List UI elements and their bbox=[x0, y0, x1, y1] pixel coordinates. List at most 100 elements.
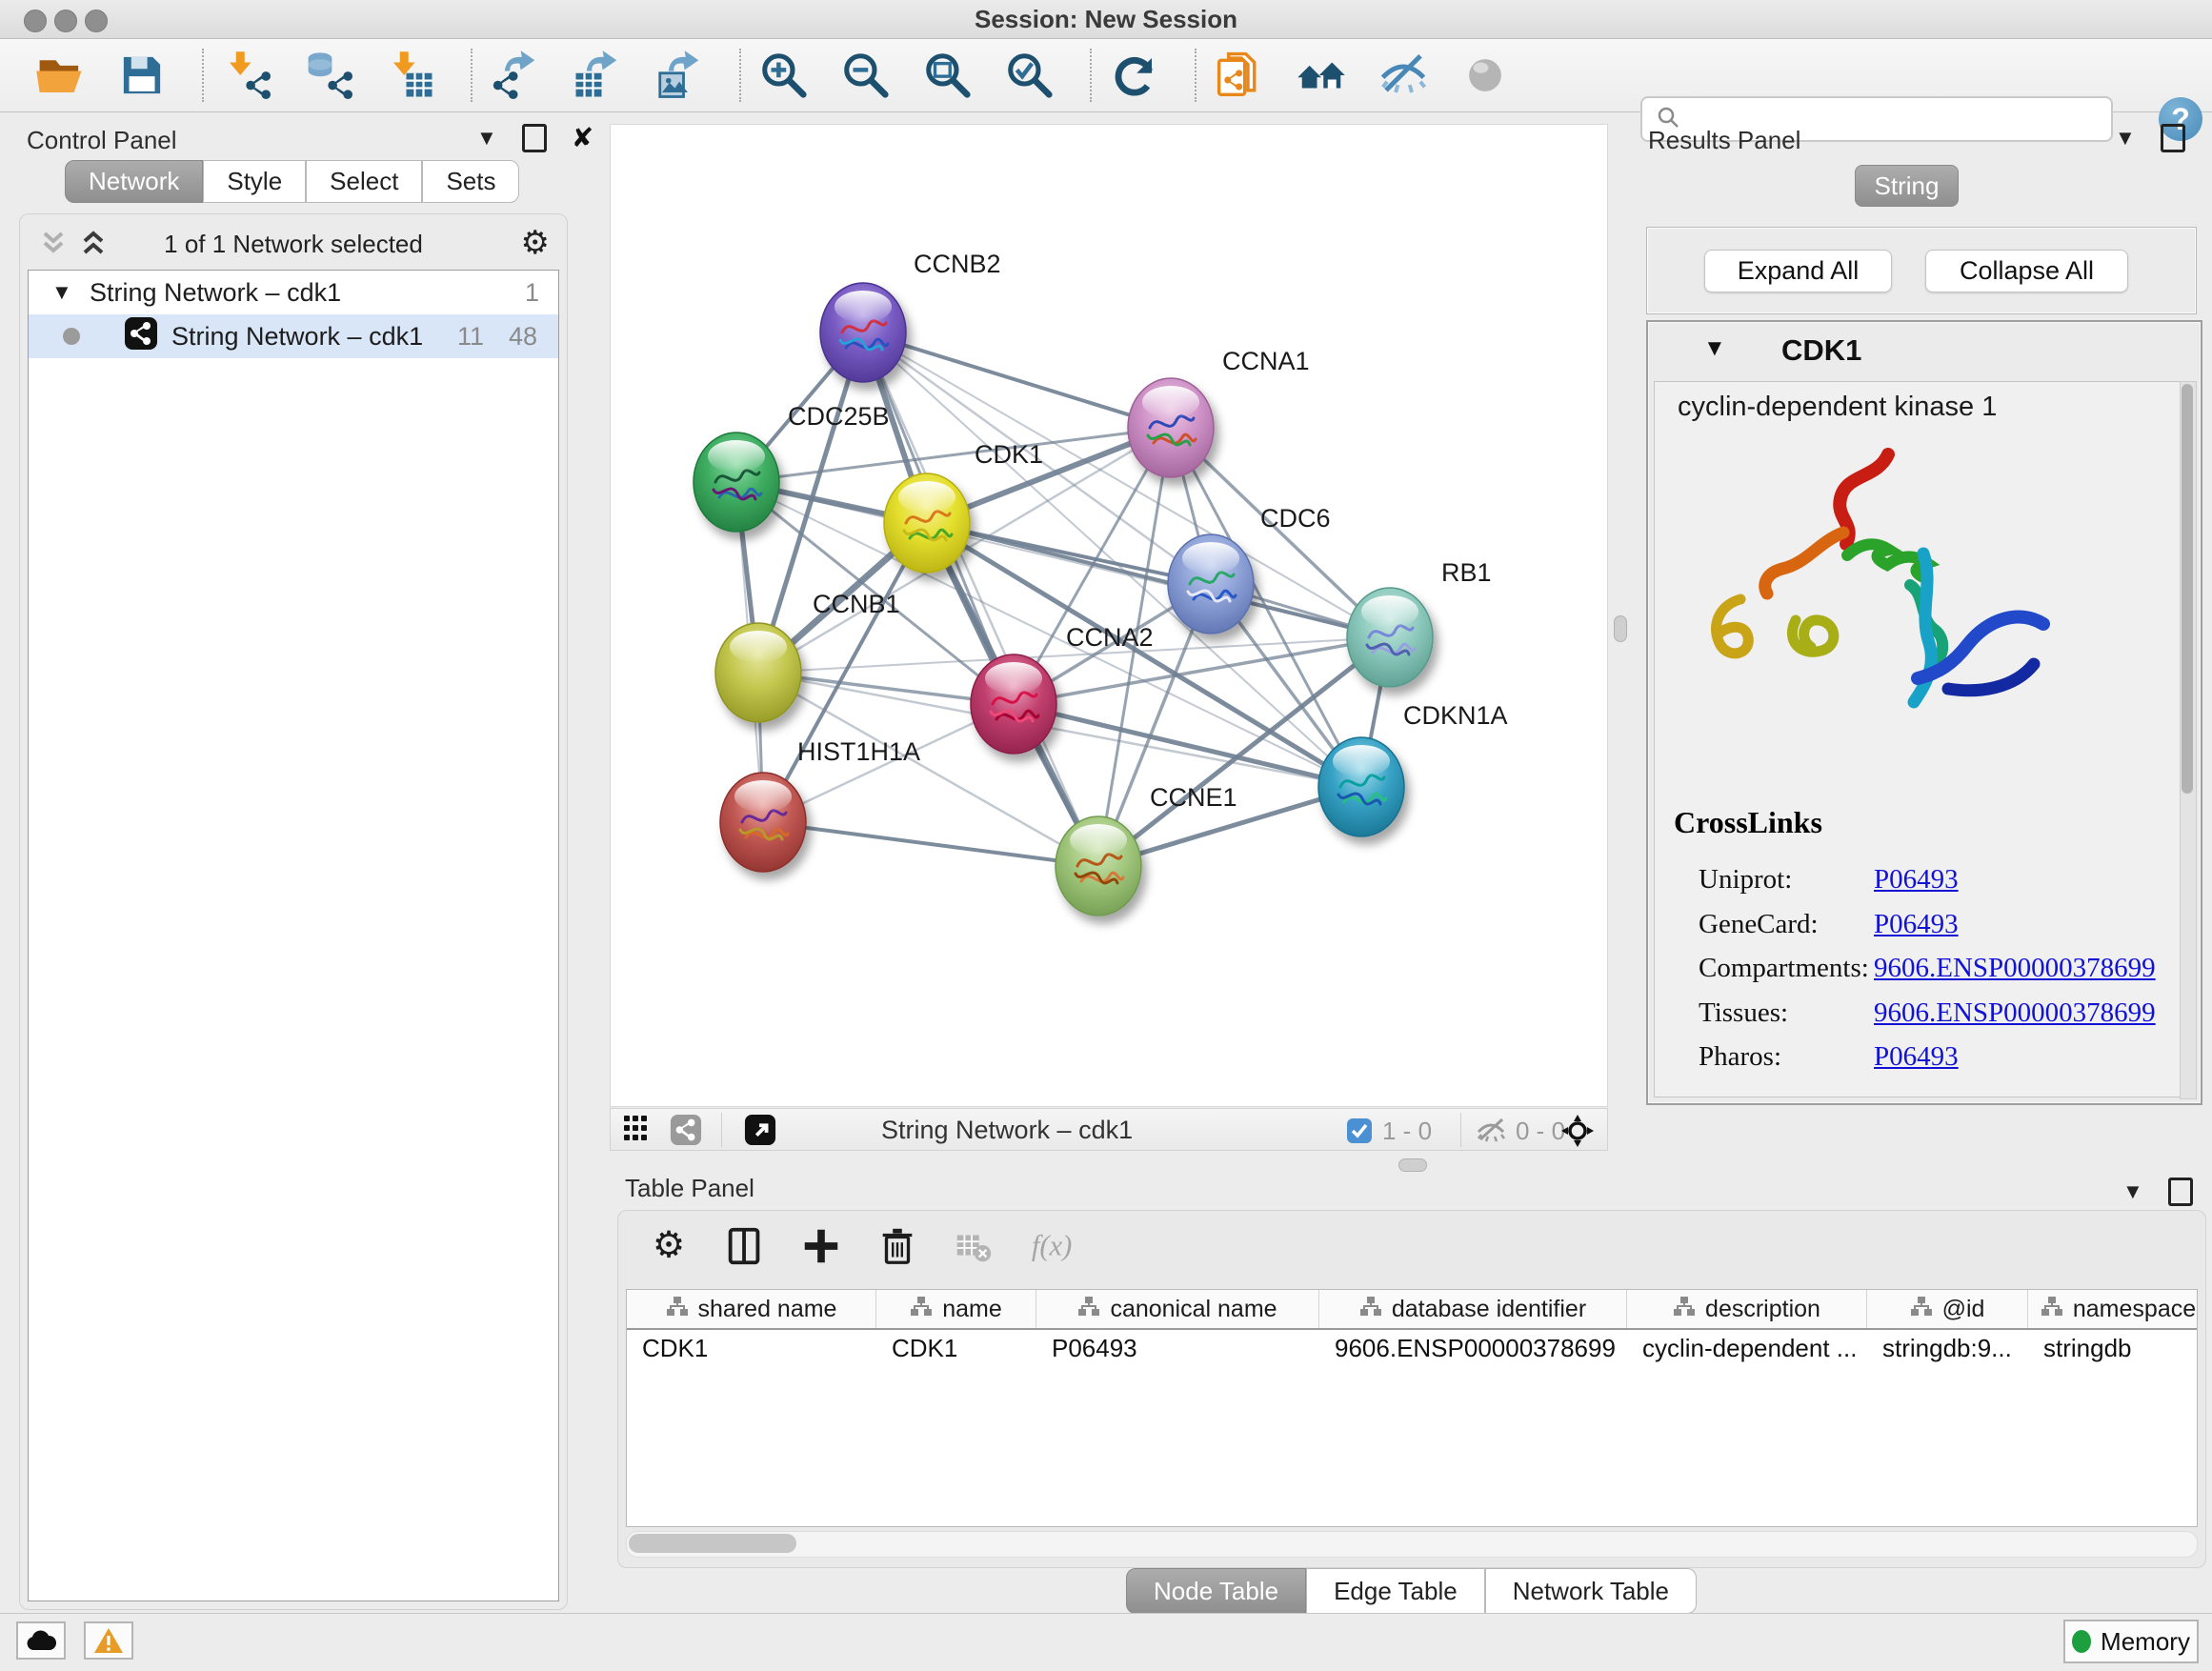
control-panel-tabs: NetworkStyleSelectSets bbox=[65, 160, 519, 203]
tab-style[interactable]: Style bbox=[203, 160, 306, 203]
warning-button[interactable] bbox=[84, 1621, 133, 1660]
network-row[interactable]: String Network – cdk1 11 48 bbox=[29, 314, 558, 358]
table-horizontal-scrollbar[interactable] bbox=[626, 1531, 2198, 1558]
title-bar: Session: New Session bbox=[0, 0, 2212, 39]
table-cell[interactable]: cyclin-dependent ... bbox=[1627, 1330, 1867, 1368]
zoom-fit-icon[interactable] bbox=[920, 46, 975, 105]
network-node-CCNB1[interactable]: CCNB1 bbox=[715, 590, 900, 722]
show-panel-icon[interactable] bbox=[1458, 46, 1513, 105]
fit-selected-crosshair-icon[interactable] bbox=[1559, 1113, 1596, 1154]
tab-string[interactable]: String bbox=[1855, 165, 1959, 207]
tab-node-table[interactable]: Node Table bbox=[1126, 1568, 1306, 1614]
network-node-CCNA2[interactable]: CCNA2 bbox=[971, 623, 1154, 754]
columns-icon[interactable] bbox=[723, 1224, 767, 1268]
crosslink-link[interactable]: 9606.ENSP00000378699 bbox=[1874, 953, 2156, 984]
selected-checkbox-icon[interactable] bbox=[1346, 1117, 1373, 1149]
network-name: String Network – cdk1 bbox=[171, 322, 423, 352]
plus-icon[interactable] bbox=[799, 1224, 843, 1268]
toolbar-separator bbox=[1090, 49, 1092, 102]
home-icon[interactable] bbox=[1294, 46, 1349, 105]
tab-network-table[interactable]: Network Table bbox=[1485, 1568, 1697, 1614]
float-panel-icon[interactable] bbox=[2161, 124, 2185, 152]
network-node-CCNA1[interactable]: CCNA1 bbox=[1128, 347, 1310, 477]
column-header-namespace[interactable]: namespace bbox=[2028, 1290, 2198, 1328]
expand-all-button[interactable]: Expand All bbox=[1704, 250, 1892, 292]
crosslink-link[interactable]: P06493 bbox=[1874, 864, 1959, 896]
hidden-eye-icon[interactable] bbox=[1476, 1117, 1506, 1148]
svg-text:f(x): f(x) bbox=[1032, 1230, 1072, 1262]
birdseye-grid-icon[interactable] bbox=[624, 1116, 656, 1149]
section-collapse-icon[interactable]: ▼ bbox=[1703, 335, 1726, 362]
crosslink-link[interactable]: P06493 bbox=[1874, 909, 1959, 940]
table-cell[interactable]: P06493 bbox=[1036, 1330, 1319, 1368]
column-header-canonical-name[interactable]: canonical name bbox=[1036, 1290, 1319, 1328]
network-node-CDKN1A[interactable]: CDKN1A bbox=[1318, 701, 1508, 836]
trash-icon[interactable] bbox=[875, 1224, 919, 1268]
crosslink-link[interactable]: 9606.ENSP00000378699 bbox=[1874, 997, 2156, 1029]
network-view-canvas[interactable]: CCNB2CCNA1CDC25BCDK1CDC6RB1CCNB1CCNA2CDK… bbox=[610, 124, 1608, 1107]
node-label: CDK1 bbox=[975, 440, 1043, 469]
panel-menu-icon[interactable]: ▼ bbox=[2122, 1179, 2143, 1204]
gear-icon[interactable]: ⚙ bbox=[521, 224, 550, 262]
panel-menu-icon[interactable]: ▼ bbox=[476, 126, 497, 151]
gene-section: ▼ CDK1 cyclin-dependent kinase 1 bbox=[1646, 320, 2202, 1105]
tab-sets[interactable]: Sets bbox=[422, 160, 519, 203]
save-session-icon[interactable] bbox=[114, 46, 170, 105]
results-scrollbar[interactable] bbox=[2180, 381, 2197, 1099]
current-network-name: String Network – cdk1 bbox=[881, 1116, 1133, 1145]
network-tab-body: 1 of 1 Network selected ⚙ ▼ String Netwo… bbox=[19, 213, 568, 1610]
attribute-table[interactable]: shared namenamecanonical namedatabase id… bbox=[626, 1289, 2198, 1527]
hide-panel-icon[interactable] bbox=[1376, 46, 1431, 105]
vertical-splitter-handle[interactable] bbox=[1614, 615, 1627, 642]
network-node-CCNB2[interactable]: CCNB2 bbox=[820, 250, 1001, 382]
collapse-all-button[interactable]: Collapse All bbox=[1925, 250, 2128, 292]
table-cell[interactable]: 9606.ENSP00000378699 bbox=[1319, 1330, 1627, 1368]
tab-edge-table[interactable]: Edge Table bbox=[1306, 1568, 1485, 1614]
import-table-icon[interactable] bbox=[383, 46, 438, 105]
column-header-name[interactable]: name bbox=[876, 1290, 1036, 1328]
zoom-in-icon[interactable] bbox=[756, 46, 812, 105]
cloud-button[interactable] bbox=[16, 1621, 66, 1660]
float-panel-icon[interactable] bbox=[2168, 1178, 2193, 1206]
export-image-icon[interactable] bbox=[652, 46, 707, 105]
window-title: Session: New Session bbox=[0, 0, 2212, 38]
network-collection-row[interactable]: ▼ String Network – cdk1 1 bbox=[29, 271, 558, 314]
string-document-icon[interactable] bbox=[1212, 46, 1267, 105]
gear-icon[interactable]: ⚙ bbox=[647, 1224, 691, 1268]
tab-network[interactable]: Network bbox=[65, 160, 203, 203]
network-node-RB1[interactable]: RB1 bbox=[1347, 558, 1492, 687]
zoom-selected-icon[interactable] bbox=[1002, 46, 1057, 105]
string-network-icon bbox=[124, 316, 158, 357]
crosslink-link[interactable]: P06493 bbox=[1874, 1041, 1959, 1073]
node-label: RB1 bbox=[1441, 558, 1492, 587]
table-tabs: Node TableEdge TableNetwork Table bbox=[1126, 1568, 1697, 1614]
column-header--id[interactable]: @id bbox=[1867, 1290, 2028, 1328]
open-in-window-icon[interactable] bbox=[744, 1114, 776, 1151]
panel-menu-icon[interactable]: ▼ bbox=[2115, 126, 2136, 151]
tab-select[interactable]: Select bbox=[306, 160, 422, 203]
close-panel-icon[interactable]: ✘ bbox=[572, 122, 593, 153]
node-label: CDC6 bbox=[1260, 504, 1331, 533]
refresh-icon[interactable] bbox=[1107, 46, 1162, 105]
gene-details: cyclin-dependent kinase 1 CrossLink bbox=[1654, 381, 2183, 1097]
column-header-description[interactable]: description bbox=[1627, 1290, 1867, 1328]
table-cell[interactable]: stringdb:9... bbox=[1867, 1330, 2028, 1368]
tree-expand-icon[interactable]: ▼ bbox=[51, 280, 72, 305]
export-network-icon[interactable] bbox=[488, 46, 543, 105]
import-network-database-icon[interactable] bbox=[301, 46, 356, 105]
zoom-out-icon[interactable] bbox=[838, 46, 894, 105]
open-session-icon[interactable] bbox=[32, 46, 88, 105]
table-cell[interactable]: CDK1 bbox=[876, 1330, 1036, 1368]
table-cell[interactable]: stringdb bbox=[2028, 1330, 2198, 1368]
float-panel-icon[interactable] bbox=[522, 124, 547, 152]
share-network-icon[interactable] bbox=[670, 1114, 702, 1151]
horizontal-splitter-handle[interactable] bbox=[1398, 1158, 1427, 1172]
import-network-icon[interactable] bbox=[219, 46, 274, 105]
table-row[interactable]: CDK1CDK1P064939606.ENSP00000378699cyclin… bbox=[627, 1330, 2197, 1368]
export-table-icon[interactable] bbox=[570, 46, 625, 105]
memory-button[interactable]: Memory bbox=[2063, 1620, 2199, 1663]
table-cell[interactable]: CDK1 bbox=[627, 1330, 876, 1368]
network-node-HIST1H1A[interactable]: HIST1H1A bbox=[720, 737, 920, 872]
column-header-database-identifier[interactable]: database identifier bbox=[1319, 1290, 1627, 1328]
column-header-shared-name[interactable]: shared name bbox=[627, 1290, 876, 1328]
